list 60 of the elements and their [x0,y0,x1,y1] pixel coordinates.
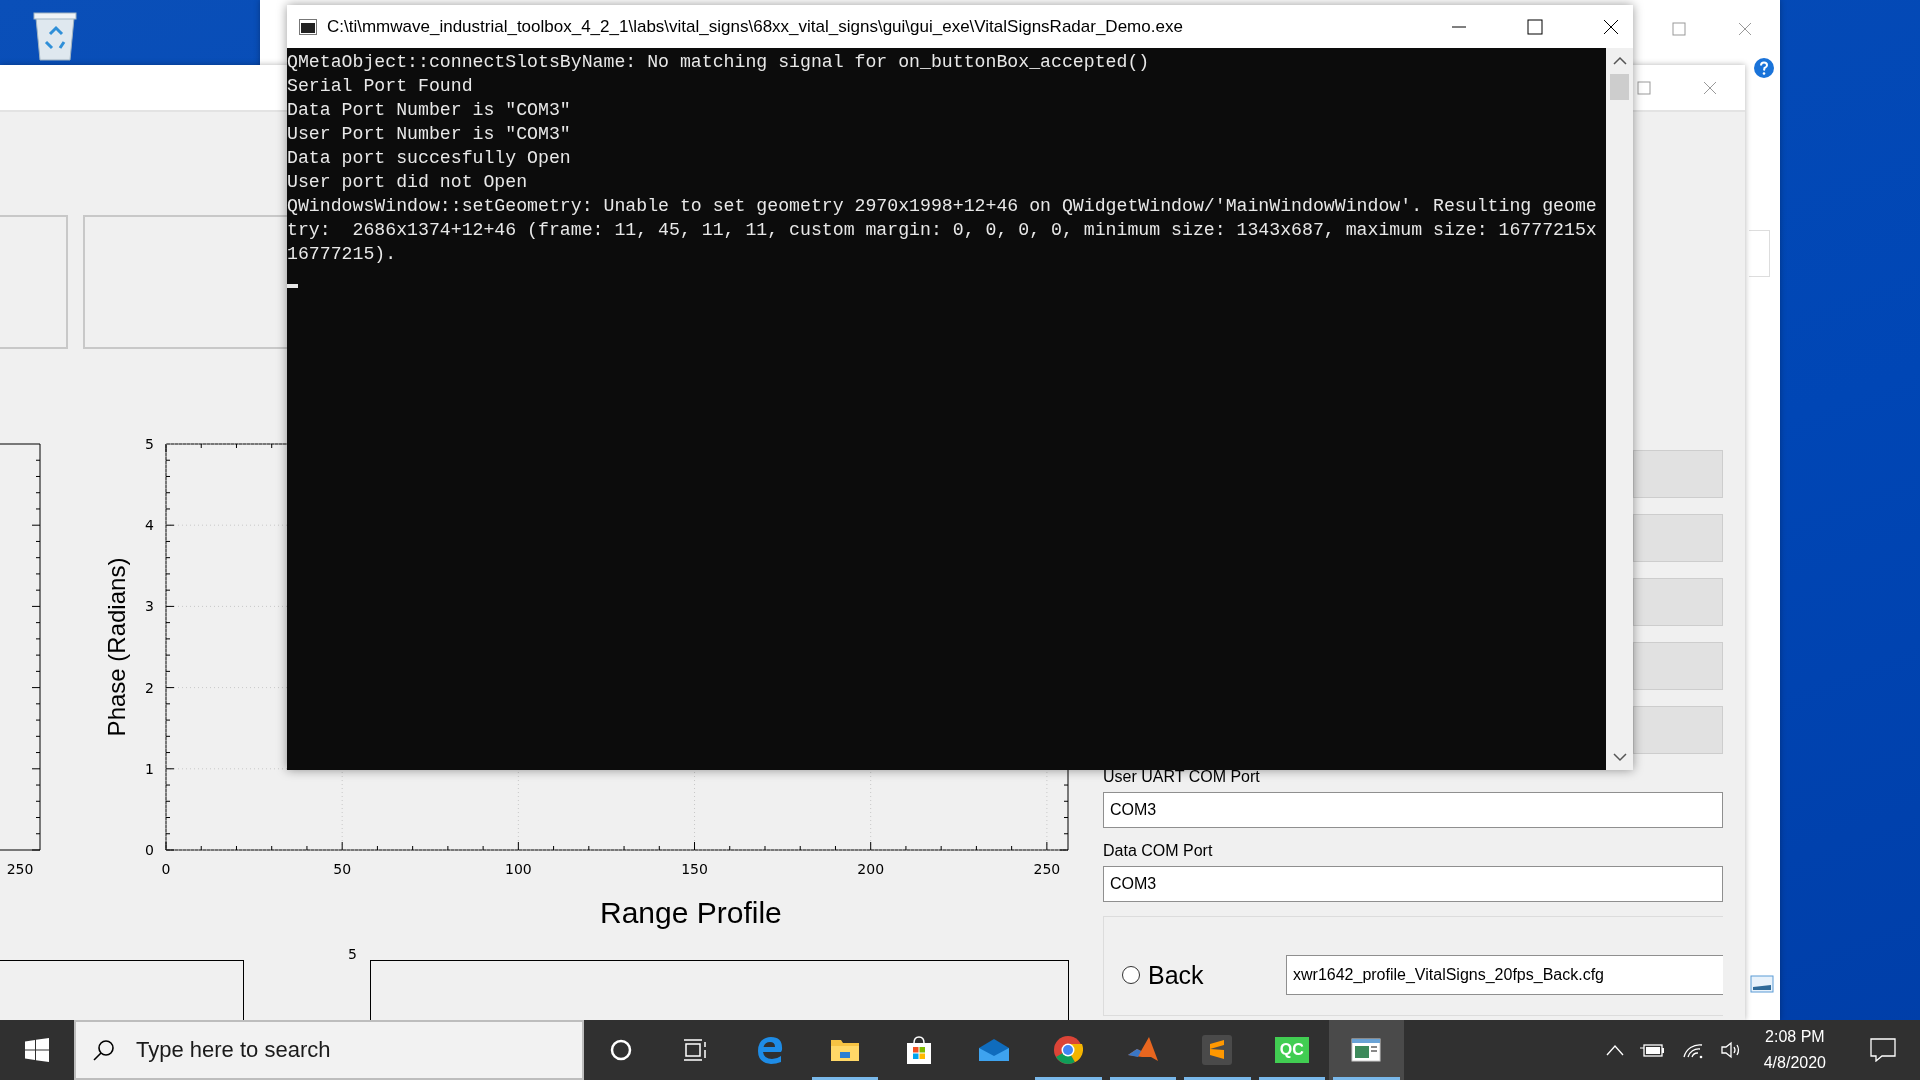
console-line: User Port Number is "COM3" [287,123,572,146]
console-icon [299,18,317,35]
axis-tick-label: 4 [145,516,154,533]
windows-logo-icon [25,1038,49,1062]
console-line: User port did not Open [287,171,529,194]
axis-tick-label: 2 [145,679,154,696]
maximize-icon[interactable] [1527,18,1543,35]
axis-tick-label: 0 [145,841,154,858]
panel-frame [1749,230,1770,277]
axis-tick-label: 5 [145,435,154,452]
wifi-icon[interactable] [1681,1041,1704,1059]
input-field[interactable]: xwr1642_profile_VitalSigns_20fps_Back.cfg [1286,955,1723,995]
axis-tick-label: 0 [161,860,171,877]
console-line: QMetaObject::connectSlotsByName: No matching signal for on_buttonBox_accepted() [287,51,1151,74]
task-view-icon [682,1038,709,1062]
folder-icon [829,1037,860,1063]
circle-icon [609,1038,634,1062]
axis-tick-label: 5 [348,946,358,962]
axis-tick-label: 250 [1033,860,1061,877]
scroll-thumb[interactable] [1610,74,1629,100]
axis-tick-label: 3 [145,598,154,615]
image-icon[interactable] [1750,972,1774,996]
console-line: Data Port Number is "COM3" [287,99,572,122]
help-icon[interactable] [1754,58,1774,78]
stripes-icon [1202,1035,1233,1065]
axis-title: Phase (Radians) [103,557,130,736]
console-line: try: 2686x1374+12+46 (frame: 11, 45, 11, 11, custom margin: 0, 0, 0, 0, minimum size: 1343x687, maximum size: 16777215x [287,219,1598,242]
radio-button[interactable]: Back [1122,960,1286,990]
window-title: C:\ti\mmwave_industrial_toolbox_4_2_1\labs\vital_signs\68xx_vital_signs\gui\gui_exe\VitalSignsRadar_Demo.exe [327,16,1184,37]
scrollbar[interactable] [1606,48,1633,770]
caret-up-icon[interactable] [1612,56,1627,66]
axis-tick-label: 100 [505,860,532,877]
console-line: Serial Port Found [287,75,474,98]
axis-tick-label: 150 [681,860,708,877]
clock[interactable]: 2:08 PM 4/8/2020 [1763,1024,1826,1076]
caret-down-icon[interactable] [1612,752,1627,762]
envelope-icon [977,1038,1010,1062]
input-field[interactable]: COM3 [1103,792,1723,828]
chart-title: Range Profile [600,896,783,930]
battery-icon[interactable] [1639,1042,1666,1058]
console-line: QWindowsWindow::setGeometry: Unable to set geometry 2970x1998+12+46 on QWidgetWindow/'MainWindowWindow'. Resulting geome [287,195,1598,218]
axis-tick-label: 200 [857,860,885,877]
search-field[interactable]: Type here to search [74,1020,584,1080]
window-icon [1351,1038,1382,1062]
console-line: 16777215). [287,243,398,266]
speech-bubble-icon[interactable] [1870,1038,1896,1062]
speaker-icon[interactable] [1719,1041,1742,1059]
taskbar-button[interactable] [1329,1020,1404,1080]
input-field[interactable]: COM3 [1103,866,1723,902]
shopping-bag-icon [905,1035,934,1065]
text-cursor [287,284,298,288]
axis-tick-label: 1 [145,760,154,777]
axis-tick-label: 50 [333,860,352,877]
axis-tick-label: 250 [6,860,34,877]
close-icon[interactable] [1603,18,1619,35]
search-icon [92,1038,116,1062]
field-label: User UART COM Port [1103,768,1261,786]
console-line: Data port succesfully Open [287,147,572,170]
field-label: Data COM Port [1103,842,1214,860]
circle-logo-icon [1053,1035,1084,1065]
